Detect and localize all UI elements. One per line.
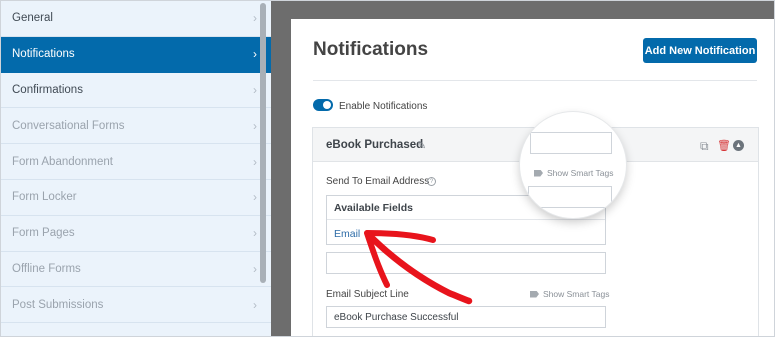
trash-icon[interactable]: 🗑 xyxy=(717,139,731,152)
smart-tags-label: Show Smart Tags xyxy=(547,168,614,178)
sidebar-item-label: Form Locker xyxy=(12,191,77,204)
settings-window: General › Notifications › Confirmations … xyxy=(0,0,775,337)
chevron-right-icon: › xyxy=(253,261,257,276)
email-subject-input[interactable]: eBook Purchase Successful xyxy=(326,306,606,328)
sidebar-item-label: Confirmations xyxy=(12,83,83,96)
chevron-right-icon: › xyxy=(253,82,257,97)
sidebar-item-label: General xyxy=(12,12,53,25)
sidebar-item-post-submissions[interactable]: Post Submissions › xyxy=(1,287,271,324)
settings-sidebar: General › Notifications › Confirmations … xyxy=(1,1,271,336)
chevron-right-icon: › xyxy=(253,11,257,26)
sidebar-item-general[interactable]: General › xyxy=(1,1,271,37)
show-smart-tags-link[interactable]: Show Smart Tags xyxy=(530,289,609,299)
dropdown-separator xyxy=(327,219,605,220)
send-to-email-input[interactable] xyxy=(326,252,606,274)
magnified-smart-tags-link[interactable]: Show Smart Tags xyxy=(534,168,613,178)
sidebar-item-cut-off[interactable] xyxy=(1,323,271,336)
magnified-input xyxy=(528,186,612,208)
sidebar-item-label: Offline Forms xyxy=(12,262,81,275)
sidebar-scrollbar[interactable] xyxy=(260,3,266,283)
page-title: Notifications xyxy=(313,39,429,60)
chevron-right-icon: › xyxy=(253,297,257,312)
email-field-option[interactable]: Email xyxy=(334,228,360,240)
sidebar-item-form-locker[interactable]: Form Locker › xyxy=(1,180,271,216)
tag-icon xyxy=(530,290,539,298)
sidebar-item-form-pages[interactable]: Form Pages › xyxy=(1,216,271,252)
sidebar-item-offline-forms[interactable]: Offline Forms › xyxy=(1,252,271,288)
tag-icon xyxy=(534,169,543,177)
sidebar-item-notifications[interactable]: Notifications › xyxy=(1,36,271,73)
sidebar-item-label: Form Pages xyxy=(12,227,75,240)
sidebar-item-confirmations[interactable]: Confirmations › xyxy=(1,73,271,109)
magnifier-callout: Show Smart Tags xyxy=(520,112,626,218)
sidebar-item-label: Form Abandonment xyxy=(12,155,114,168)
email-subject-label: Email Subject Line xyxy=(326,289,409,300)
smart-tags-label: Show Smart Tags xyxy=(543,289,610,299)
chevron-right-icon: › xyxy=(253,47,257,62)
chevron-right-icon: › xyxy=(253,226,257,241)
sidebar-item-label: Notifications xyxy=(12,48,75,61)
help-icon[interactable]: ? xyxy=(427,177,436,186)
available-fields-heading: Available Fields xyxy=(334,202,413,214)
add-new-notification-button[interactable]: Add New Notification xyxy=(643,38,757,63)
enable-notifications-label: Enable Notifications xyxy=(339,101,428,112)
magnified-input xyxy=(530,132,612,154)
sidebar-item-form-abandonment[interactable]: Form Abandonment › xyxy=(1,144,271,180)
copy-icon[interactable]: ⧉ xyxy=(700,139,709,154)
collapse-icon[interactable]: ▲ xyxy=(733,140,744,151)
notification-name: eBook Purchased xyxy=(326,139,424,151)
divider xyxy=(313,80,757,81)
enable-notifications-toggle[interactable] xyxy=(313,99,333,111)
pencil-icon[interactable]: ✎ xyxy=(417,139,426,152)
chevron-right-icon: › xyxy=(253,154,257,169)
sidebar-item-label: Conversational Forms xyxy=(12,119,125,132)
send-to-email-label: Send To Email Address xyxy=(326,176,430,187)
chevron-right-icon: › xyxy=(253,118,257,133)
sidebar-item-conversational-forms[interactable]: Conversational Forms › xyxy=(1,108,271,145)
sidebar-item-label: Post Submissions xyxy=(12,298,104,311)
toggle-knob xyxy=(323,101,331,109)
chevron-right-icon: › xyxy=(253,190,257,205)
